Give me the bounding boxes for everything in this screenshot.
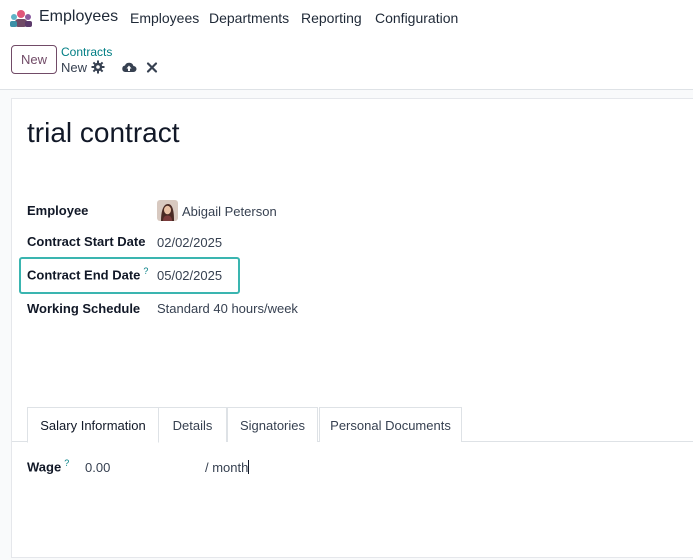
employee-label: Employee xyxy=(27,203,89,218)
contract-end-date-label: Contract End Date? xyxy=(27,266,148,282)
wage-label-text: Wage xyxy=(27,459,62,475)
menu-configuration[interactable]: Configuration xyxy=(375,10,458,26)
app-name[interactable]: Employees xyxy=(39,8,118,26)
menu-reporting[interactable]: Reporting xyxy=(301,10,362,26)
breadcrumb-contracts[interactable]: Contracts xyxy=(61,45,112,59)
contract-start-date-value[interactable]: 02/02/2025 xyxy=(157,235,222,250)
tab-signatories[interactable]: Signatories xyxy=(227,407,318,442)
employee-value[interactable]: Abigail Peterson xyxy=(182,204,277,219)
menu-employees[interactable]: Employees xyxy=(130,10,199,26)
wage-unit: / month xyxy=(205,460,250,475)
menu-departments[interactable]: Departments xyxy=(209,10,289,26)
wage-input[interactable]: 0.00 xyxy=(85,460,110,475)
discard-icon[interactable] xyxy=(146,60,158,74)
gear-icon[interactable] xyxy=(91,60,105,74)
contract-title[interactable]: trial contract xyxy=(27,117,180,149)
wage-label: Wage? xyxy=(27,458,69,474)
wage-unit-text: / month xyxy=(205,460,249,475)
help-icon[interactable]: ? xyxy=(143,266,148,276)
working-schedule-value[interactable]: Standard 40 hours/week xyxy=(157,301,298,316)
tab-salary-information[interactable]: Salary Information xyxy=(27,407,159,443)
form-sheet xyxy=(11,98,693,558)
top-navbar: Employees Employees Departments Reportin… xyxy=(0,0,693,36)
working-schedule-label: Working Schedule xyxy=(27,301,141,316)
text-cursor xyxy=(248,460,250,474)
contract-end-date-value[interactable]: 05/02/2025 xyxy=(157,268,222,283)
breadcrumb-current: New xyxy=(61,60,88,75)
tab-details[interactable]: Details xyxy=(159,407,227,442)
contract-start-date-label: Contract Start Date xyxy=(27,234,146,249)
control-panel: New Contracts New xyxy=(0,36,693,90)
cloud-upload-icon[interactable] xyxy=(121,60,137,74)
employees-app-icon[interactable] xyxy=(10,9,32,27)
notebook-tabs: Salary Information Details Signatories P… xyxy=(12,407,693,443)
new-button[interactable]: New xyxy=(11,45,57,74)
employee-avatar xyxy=(157,200,178,221)
wage-help-icon[interactable]: ? xyxy=(64,458,69,468)
tab-personal-documents[interactable]: Personal Documents xyxy=(319,407,462,442)
contract-end-date-label-text: Contract End Date xyxy=(27,267,141,283)
